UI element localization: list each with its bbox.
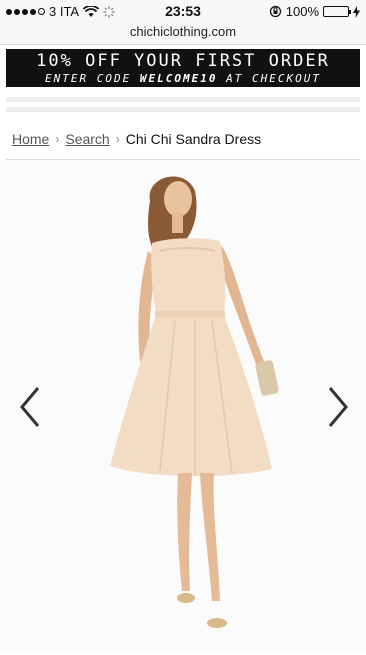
chevron-right-icon[interactable] — [326, 385, 350, 429]
chevron-right-icon: › — [115, 132, 120, 146]
breadcrumb-search-link[interactable]: Search — [65, 131, 109, 147]
breadcrumb-home-link[interactable]: Home — [12, 131, 49, 147]
breadcrumb: Home › Search › Chi Chi Sandra Dress — [12, 131, 261, 147]
battery-percent: 100% — [285, 4, 319, 19]
product-image — [110, 176, 279, 628]
promo-code: WELCOME10 — [139, 72, 218, 85]
breadcrumb-current: Chi Chi Sandra Dress — [125, 131, 262, 147]
divider-bar — [6, 107, 360, 112]
battery-group: 100% — [269, 4, 360, 19]
promo-headline: 10% OFF YOUR FIRST ORDER — [36, 51, 330, 71]
battery-icon — [323, 6, 351, 17]
address-bar[interactable]: chichiclothing.com — [0, 22, 366, 45]
promo-banner[interactable]: 10% OFF YOUR FIRST ORDER ENTER CODE WELC… — [6, 49, 360, 87]
chevron-right-icon: › — [55, 132, 60, 146]
chevron-left-icon[interactable] — [18, 385, 42, 429]
promo-subline: ENTER CODE WELCOME10 AT CHECKOUT — [6, 72, 360, 86]
orientation-lock-icon — [269, 5, 281, 18]
promo-suffix: AT CHECKOUT — [226, 72, 321, 85]
divider — [6, 159, 360, 160]
product-image-carousel[interactable] — [0, 161, 366, 650]
divider-bar — [6, 97, 360, 102]
charging-bolt-icon — [353, 5, 360, 18]
status-bar: 3 ITA 23:53 100% — [0, 0, 366, 22]
promo-prefix: ENTER CODE — [45, 72, 132, 85]
